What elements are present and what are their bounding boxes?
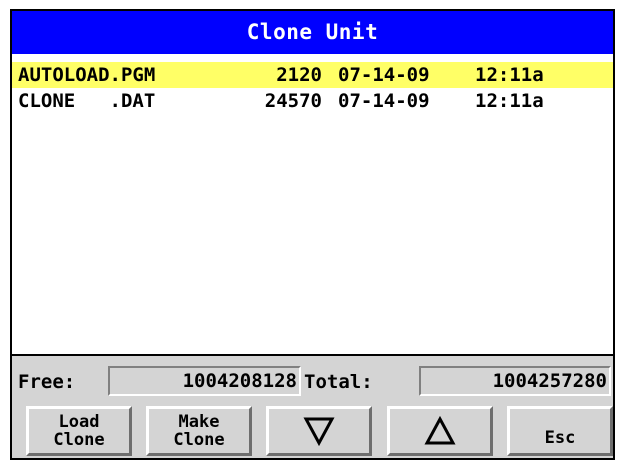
down-triangle-icon xyxy=(303,417,335,446)
file-size: 2120 xyxy=(276,64,322,86)
scroll-down-button[interactable] xyxy=(266,406,372,456)
esc-button[interactable]: Esc xyxy=(507,406,613,456)
make-clone-button[interactable]: Make Clone xyxy=(146,406,252,456)
total-value-field: 1004257280 xyxy=(419,366,611,396)
file-time: 12:11a xyxy=(475,90,544,112)
file-date: 07-14-09 xyxy=(338,64,430,86)
file-name: CLONE .DAT xyxy=(18,90,156,112)
file-list: AUTOLOAD.PGM 2120 07-14-09 12:11a CLONE … xyxy=(12,62,613,357)
clone-unit-screen: Clone Unit AUTOLOAD.PGM 2120 07-14-09 12… xyxy=(0,0,619,467)
file-name: AUTOLOAD.PGM xyxy=(18,64,156,86)
load-clone-button[interactable]: Load Clone xyxy=(26,406,132,456)
load-clone-label-line2: Clone xyxy=(53,430,105,450)
bottom-bar: Free: 1004208128 Total: 1004257280 Load … xyxy=(12,354,613,458)
scroll-up-button[interactable] xyxy=(387,406,493,456)
free-label: Free: xyxy=(18,371,76,393)
file-row-autoload[interactable]: AUTOLOAD.PGM 2120 07-14-09 12:11a xyxy=(12,62,613,88)
file-row-clone[interactable]: CLONE .DAT 24570 07-14-09 12:11a xyxy=(12,88,613,114)
free-value-field: 1004208128 xyxy=(108,366,301,396)
file-size: 24570 xyxy=(264,90,322,112)
title-bar: Clone Unit xyxy=(12,11,613,54)
file-date: 07-14-09 xyxy=(338,90,430,112)
make-clone-label-line1: Make xyxy=(178,412,220,432)
file-time: 12:11a xyxy=(475,64,544,86)
clone-unit-panel: Clone Unit AUTOLOAD.PGM 2120 07-14-09 12… xyxy=(10,9,615,460)
total-label: Total: xyxy=(304,371,373,393)
esc-label: Esc xyxy=(544,428,576,448)
load-clone-label-line1: Load xyxy=(58,412,100,432)
up-triangle-icon xyxy=(424,416,456,445)
make-clone-label-line2: Clone xyxy=(173,430,225,450)
